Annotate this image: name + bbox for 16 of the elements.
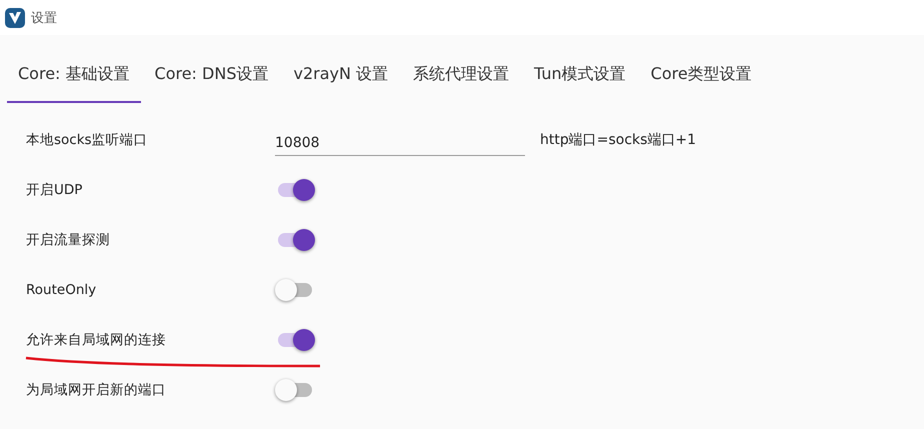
setting-label: 为局域网开启新的端口 — [26, 381, 167, 399]
port-field[interactable]: 10808 — [275, 130, 525, 156]
setting-label: 本地socks监听端口 — [26, 131, 149, 149]
settings-tab[interactable]: Core: 基础设置 — [7, 50, 141, 103]
window-title: 设置 — [31, 10, 57, 26]
setting-label: 允许来自局域网的连接 — [26, 331, 167, 349]
settings-tab[interactable]: 系统代理设置 — [402, 50, 520, 103]
setting-label: 开启UDP — [26, 181, 84, 199]
port-hint: http端口=socks端口+1 — [540, 131, 696, 149]
settings-tab[interactable]: Core: DNS设置 — [144, 50, 280, 103]
setting-label: 开启流量探测 — [26, 231, 111, 249]
settings-tab[interactable]: v2rayN 设置 — [282, 50, 400, 103]
settings-tab[interactable]: Tun模式设置 — [523, 50, 637, 103]
app-logo-icon — [5, 8, 25, 28]
settings-tab[interactable]: Core类型设置 — [640, 50, 763, 103]
setting-label: RouteOnly — [26, 282, 98, 298]
